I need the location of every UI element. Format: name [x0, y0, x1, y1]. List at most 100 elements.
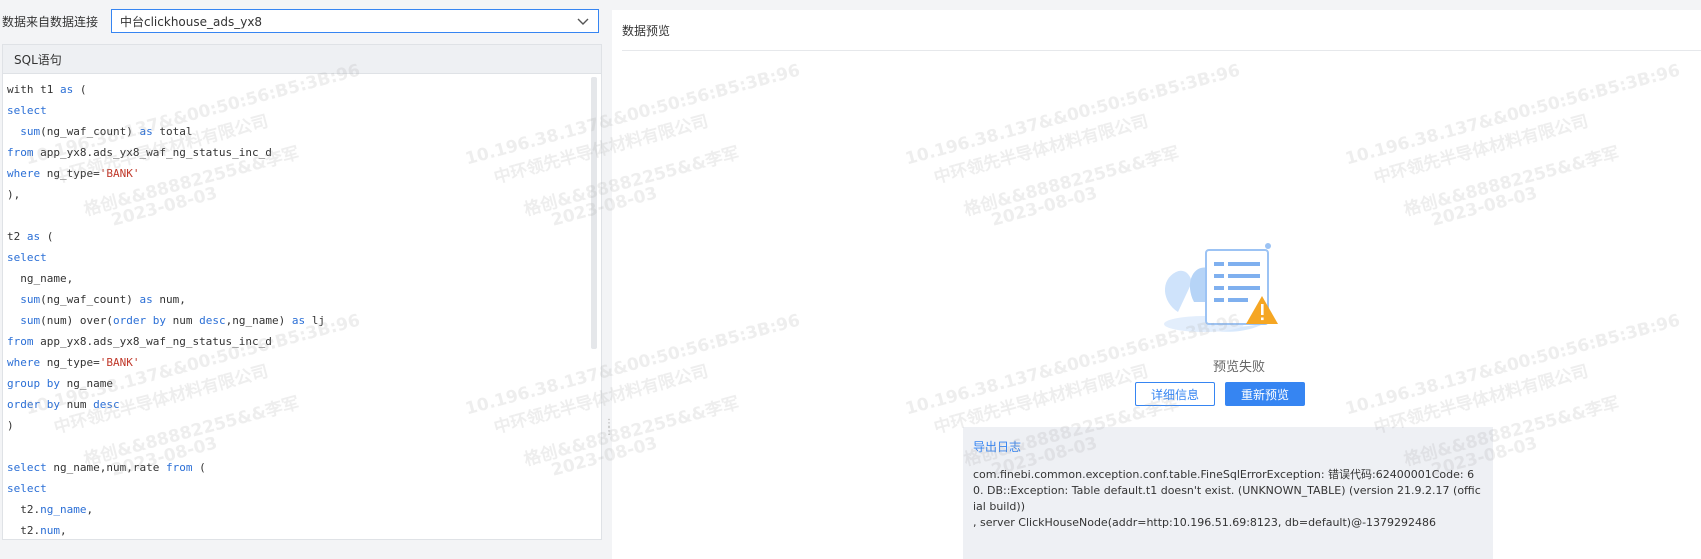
chevron-down-icon [577, 18, 589, 25]
sql-text: t2. [7, 524, 41, 537]
sql-keyword: sum [20, 125, 41, 138]
sql-text: ng_name [60, 377, 113, 390]
connection-select-value: 中台clickhouse_ads_yx8 [120, 14, 263, 29]
sql-keyword: as [139, 125, 153, 138]
sql-keyword: where [7, 356, 41, 369]
sql-keyword: desc [199, 314, 226, 327]
sql-text: app_yx8.ads_yx8_waf_ng_status_inc_d [33, 146, 272, 159]
sql-line: t2 as ( [7, 226, 587, 247]
sql-scrollbar[interactable] [591, 77, 597, 349]
sql-text: ,ng_name) [225, 314, 292, 327]
detail-info-button-label: 详细信息 [1150, 387, 1199, 402]
sql-keyword: sum [20, 314, 41, 327]
sql-line: where ng_type='BANK' [7, 163, 587, 184]
sql-string: 'BANK' [99, 356, 140, 369]
sql-line: sum(ng_waf_count) as total [7, 121, 587, 142]
sql-header-label: SQL语句 [14, 52, 62, 67]
sql-text: , [86, 503, 94, 516]
detail-info-button[interactable]: 详细信息 [1135, 382, 1215, 406]
panel-splitter-handle[interactable]: ⋮ ⋮ [604, 419, 614, 437]
sql-text: ng_type= [40, 356, 100, 369]
sql-line: from app_yx8.ads_yx8_waf_ng_status_inc_d [7, 331, 587, 352]
sql-text: ), [7, 188, 21, 201]
sql-line: with t1 as ( [7, 79, 587, 100]
sql-code-editor[interactable]: with t1 as ( select sum(ng_waf_count) as … [7, 79, 587, 539]
sql-keyword: as [59, 83, 74, 96]
sql-keyword: order [112, 314, 147, 327]
sql-text: (num) over( [40, 314, 113, 327]
sql-line: select [7, 100, 587, 121]
preview-failed-text: 预览失败 [1212, 360, 1265, 375]
sql-line [7, 205, 587, 226]
sql-text: ( [40, 230, 54, 243]
sql-text: lj [305, 314, 325, 327]
sql-keyword: num [40, 524, 60, 537]
repreview-button-label: 重新预览 [1240, 387, 1289, 402]
sql-line: sum(ng_waf_count) as num, [7, 289, 587, 310]
sql-text: ng_type= [40, 167, 100, 180]
sql-keyword: as [26, 230, 41, 243]
sql-string: 'BANK' [99, 167, 140, 180]
sql-keyword: as [139, 293, 153, 306]
sql-text: num [165, 314, 200, 327]
sql-text: t2 [7, 230, 27, 243]
sql-keyword: as [291, 314, 306, 327]
data-preview-panel: 数据预览 预览失败 详细信息 重新预览 导出日志 com.finebi.comm… [612, 10, 1701, 559]
log-title[interactable]: 导出日志 [973, 438, 1483, 455]
sql-keyword: sum [20, 293, 41, 306]
preview-title-label: 数据预览 [622, 23, 671, 38]
sql-keyword: select [7, 482, 47, 495]
preview-title: 数据预览 [622, 10, 1701, 51]
sql-keyword: select [7, 251, 47, 264]
sql-keyword: from [7, 146, 34, 159]
sql-keyword: ng_name [40, 503, 87, 516]
sql-editor-panel: 数据来自数据连接 中台clickhouse_ads_yx8 SQL语句 with… [0, 0, 604, 559]
log-line: , server ClickHouseNode(addr=http:10.196… [973, 516, 1437, 529]
sql-line: where ng_type='BANK' [7, 352, 587, 373]
sql-keyword: select [7, 461, 47, 474]
sql-keyword: desc [93, 398, 120, 411]
sql-text: ng_name, [7, 272, 74, 285]
sql-text: app_yx8.ads_yx8_waf_ng_status_inc_d [33, 335, 272, 348]
sql-text: num, [152, 293, 186, 306]
sql-text: (ng_waf_count) [40, 293, 140, 306]
repreview-button[interactable]: 重新预览 [1225, 382, 1305, 406]
connection-select[interactable]: 中台clickhouse_ads_yx8 [111, 9, 599, 33]
sql-keyword: by [46, 398, 60, 411]
sql-keyword: order [7, 398, 41, 411]
sql-text: , [60, 524, 67, 537]
sql-text: t2. [7, 503, 41, 516]
sql-text: (ng_waf_count) [40, 125, 140, 138]
sql-line: select [7, 478, 587, 499]
sql-keyword: from [165, 461, 193, 474]
sql-header: SQL语句 [3, 45, 601, 74]
sql-line: order by num desc [7, 394, 587, 415]
sql-line: group by ng_name [7, 373, 587, 394]
sql-text: ( [73, 83, 87, 96]
sql-line: t2.num, [7, 520, 587, 539]
sql-line: ), [7, 184, 587, 205]
sql-text: total [152, 125, 193, 138]
sql-line: sum(num) over(order by num desc,ng_name)… [7, 310, 587, 331]
log-text: com.finebi.common.exception.conf.table.F… [973, 467, 1483, 531]
sql-text: ng_name,num,rate [46, 461, 166, 474]
sql-keyword: by [46, 377, 60, 390]
error-log-box: 导出日志 com.finebi.common.exception.conf.ta… [963, 427, 1493, 559]
sql-line: t2.ng_name, [7, 499, 587, 520]
connection-label: 数据来自数据连接 [2, 15, 99, 29]
sql-line: select ng_name,num,rate from ( [7, 457, 587, 478]
sql-line: from app_yx8.ads_yx8_waf_ng_status_inc_d [7, 142, 587, 163]
log-line: com.finebi.common.exception.conf.table.F… [973, 468, 1481, 513]
sql-text: with t1 [7, 83, 60, 96]
sql-line [7, 436, 587, 457]
sql-keyword: by [152, 314, 166, 327]
sql-text: num [60, 398, 94, 411]
sql-keyword: from [7, 335, 34, 348]
sql-keyword: select [7, 104, 47, 117]
sql-keyword: group [7, 377, 41, 390]
preview-failed-illustration-icon [1164, 243, 1278, 332]
